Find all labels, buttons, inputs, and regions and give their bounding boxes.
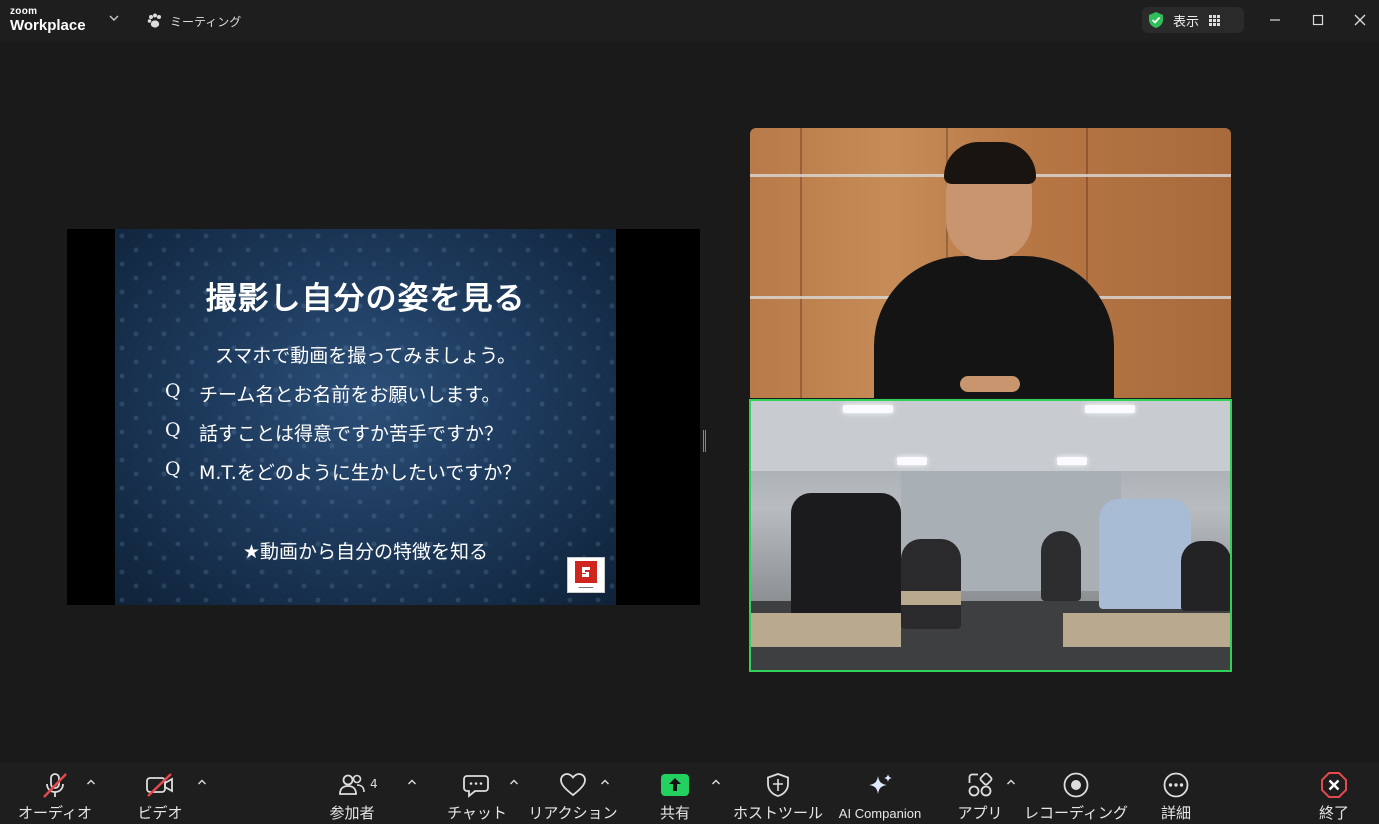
zoom-logo: zoom Workplace (10, 6, 90, 38)
end-meeting-button[interactable]: 終了 (1314, 771, 1354, 823)
ceiling (751, 401, 1230, 471)
ceiling-light (1057, 457, 1087, 465)
presentation-slide: 撮影し自分の姿を見る スマホで動画を撮ってみましょう。 Q チーム名とお名前をお… (115, 229, 616, 605)
wall-seam (800, 128, 802, 398)
paw-icon (147, 13, 161, 28)
slide-question: Q M.T.をどのように生かしたいですか？ (165, 458, 521, 485)
meeting-toolbar: オーディオ ビデオ 参加者 4 チャット リアクション 共有 ホストツール AI… (0, 763, 1379, 824)
share-label: 共有 (659, 804, 690, 822)
slide-question: Q チーム名とお名前をお願いします。 (165, 380, 501, 407)
student (791, 493, 901, 623)
question-mark: Q (165, 458, 181, 480)
chat-bubble-icon (462, 771, 492, 799)
desk (751, 613, 901, 647)
question-mark: Q (165, 380, 181, 402)
chat-label: チャット (447, 804, 507, 822)
desk (1063, 613, 1230, 647)
grid-icon (1209, 14, 1221, 26)
title-bar: zoom Workplace ミーティング 表示 (0, 0, 1379, 42)
audio-button[interactable]: オーディオ (18, 771, 92, 823)
meeting-tab[interactable]: ミーティング (146, 10, 241, 32)
share-button[interactable]: 共有 (657, 771, 693, 823)
student (1041, 531, 1081, 601)
chat-button[interactable]: チャット (447, 771, 507, 823)
end-x-icon (1319, 771, 1349, 799)
host-tools-label: ホストツール (733, 804, 824, 822)
chat-options-caret-icon[interactable] (508, 777, 520, 789)
ceiling-light (897, 457, 927, 465)
chevron-down-icon[interactable] (108, 12, 122, 28)
person-hair (944, 142, 1036, 184)
student (901, 539, 961, 629)
slide-subtitle: スマホで動画を撮ってみましょう。 (214, 345, 517, 367)
person-hands (960, 376, 1020, 392)
video-label: ビデオ (137, 804, 183, 822)
apps-icon (965, 771, 995, 799)
apps-options-caret-icon[interactable] (1005, 777, 1017, 789)
ceiling-light (843, 405, 893, 413)
maximize-icon[interactable] (1303, 10, 1333, 30)
reaction-options-caret-icon[interactable] (599, 777, 611, 789)
shield-check-icon (1149, 12, 1163, 28)
recording-label: レコーディング (1024, 804, 1128, 822)
sparkle-icon (865, 771, 895, 801)
view-button[interactable]: 表示 (1142, 7, 1244, 33)
heart-icon (558, 771, 588, 799)
reaction-label: リアクション (528, 804, 618, 822)
view-label: 表示 (1173, 14, 1200, 30)
host-tools-button[interactable]: ホストツール (733, 771, 824, 823)
slide-footer: ★動画から自分の特徴を知る (242, 541, 489, 563)
question-text: 話すことは得意ですか苦手ですか？ (199, 423, 504, 445)
microphone-muted-icon (40, 771, 70, 799)
video-button[interactable]: ビデオ (137, 771, 183, 823)
record-icon (1061, 771, 1091, 799)
question-mark: Q (165, 419, 181, 441)
video-tile-classroom[interactable] (749, 399, 1232, 672)
more-icon (1161, 771, 1191, 799)
student (1099, 499, 1191, 609)
brand-big: Workplace (10, 17, 86, 34)
ai-companion-button[interactable]: AI Companion (834, 771, 926, 823)
more-label: 詳細 (1160, 804, 1191, 822)
student (1181, 541, 1230, 611)
participants-label: 参加者 (329, 804, 375, 822)
desk (901, 591, 961, 605)
question-text: チーム名とお名前をお願いします。 (199, 384, 501, 406)
organization-logo: ━━━━━━ (567, 557, 605, 593)
video-options-caret-icon[interactable] (196, 777, 208, 789)
end-label: 終了 (1318, 804, 1349, 822)
share-options-caret-icon[interactable] (710, 777, 722, 789)
apps-label: アプリ (957, 804, 1003, 822)
logo-caption-graphic: ━━━━━━ (578, 584, 594, 590)
slide-title: 撮影し自分の姿を見る (205, 281, 526, 317)
ceiling-light (1085, 405, 1135, 413)
participants-options-caret-icon[interactable] (406, 777, 418, 789)
share-up-arrow-icon (660, 771, 690, 799)
brand-small: zoom (10, 6, 38, 17)
audio-options-caret-icon[interactable] (85, 777, 97, 789)
resize-handle[interactable] (703, 430, 706, 452)
question-text: M.T.をどのように生かしたいですか？ (199, 462, 522, 484)
logo-mark-icon (575, 560, 597, 583)
video-tile-host[interactable] (750, 128, 1231, 398)
apps-button[interactable]: アプリ (957, 771, 1003, 823)
recording-button[interactable]: レコーディング (1024, 771, 1128, 823)
slide-question: Q 話すことは得意ですか苦手ですか？ (165, 419, 503, 446)
people-icon (337, 771, 367, 799)
participants-count: 4 (370, 777, 378, 791)
ai-companion-label: AI Companion (838, 806, 922, 821)
camera-off-icon (145, 771, 175, 799)
close-icon[interactable] (1345, 10, 1375, 30)
more-button[interactable]: 詳細 (1158, 771, 1194, 823)
audio-label: オーディオ (18, 804, 92, 822)
zoom-window: zoom Workplace ミーティング 表示 撮影し自分の姿を見る スマホで… (0, 0, 1379, 824)
shield-icon (763, 771, 793, 799)
meeting-label: ミーティング (170, 14, 242, 29)
shared-screen[interactable]: 撮影し自分の姿を見る スマホで動画を撮ってみましょう。 Q チーム名とお名前をお… (67, 229, 700, 605)
minimize-icon[interactable] (1260, 10, 1290, 30)
